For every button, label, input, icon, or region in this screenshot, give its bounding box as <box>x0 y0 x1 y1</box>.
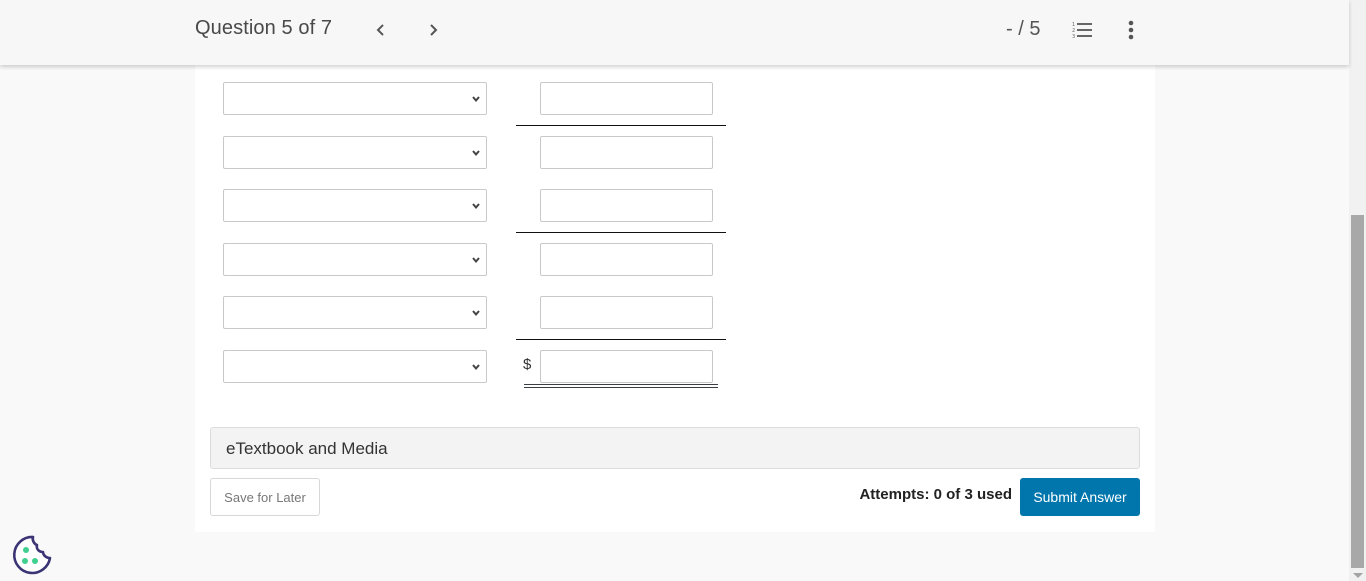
question-list-button[interactable]: 1 2 3 <box>1070 19 1096 41</box>
subtotal-line <box>516 339 726 340</box>
cookie-preferences-button[interactable] <box>11 534 53 576</box>
score-display: - / 5 <box>1006 18 1041 40</box>
etextbook-media-toggle[interactable]: eTextbook and Media <box>210 427 1140 469</box>
chevron-down-icon <box>472 257 480 264</box>
subtotal-line <box>516 125 726 126</box>
amount-input-2[interactable] <box>540 136 713 169</box>
previous-question-button[interactable] <box>369 18 393 42</box>
next-question-button[interactable] <box>421 18 445 42</box>
dollar-sign: $ <box>523 356 532 373</box>
chevron-down-icon <box>472 364 480 371</box>
amount-input-4[interactable] <box>540 243 713 276</box>
account-select-6[interactable] <box>223 350 487 383</box>
cookie-icon <box>13 535 52 575</box>
chevron-down-icon <box>472 150 480 157</box>
page-scrollbar[interactable] <box>1349 0 1366 581</box>
more-vertical-icon <box>1128 20 1134 40</box>
question-counter: Question 5 of 7 <box>195 17 333 39</box>
chevron-right-icon <box>430 24 438 36</box>
scroll-down-arrow-icon[interactable] <box>1353 573 1363 578</box>
svg-text:3: 3 <box>1072 34 1075 40</box>
attempts-counter: Attempts: 0 of 3 used <box>859 486 1012 503</box>
account-select-4[interactable] <box>223 243 487 276</box>
chevron-down-icon <box>472 96 480 103</box>
chevron-left-icon <box>376 24 384 36</box>
save-for-later-button[interactable]: Save for Later <box>210 478 320 516</box>
account-select-5[interactable] <box>223 296 487 329</box>
account-select-3[interactable] <box>223 189 487 222</box>
chevron-down-icon <box>472 203 480 210</box>
subtotal-line <box>516 232 726 233</box>
etextbook-label: eTextbook and Media <box>226 439 388 458</box>
numbered-list-icon: 1 2 3 <box>1072 22 1092 40</box>
amount-input-1[interactable] <box>540 82 713 115</box>
chevron-down-icon <box>472 310 480 317</box>
account-select-2[interactable] <box>223 136 487 169</box>
amount-input-5[interactable] <box>540 296 713 329</box>
submit-answer-button[interactable]: Submit Answer <box>1020 478 1140 516</box>
scrollbar-thumb[interactable] <box>1351 215 1364 568</box>
more-options-button[interactable] <box>1121 18 1141 42</box>
amount-input-3[interactable] <box>540 189 713 222</box>
total-double-underline <box>524 384 718 388</box>
question-header: Question 5 of 7 - / 5 1 2 3 <box>0 0 1349 65</box>
total-amount-input[interactable] <box>540 350 713 383</box>
account-select-1[interactable] <box>223 82 487 115</box>
